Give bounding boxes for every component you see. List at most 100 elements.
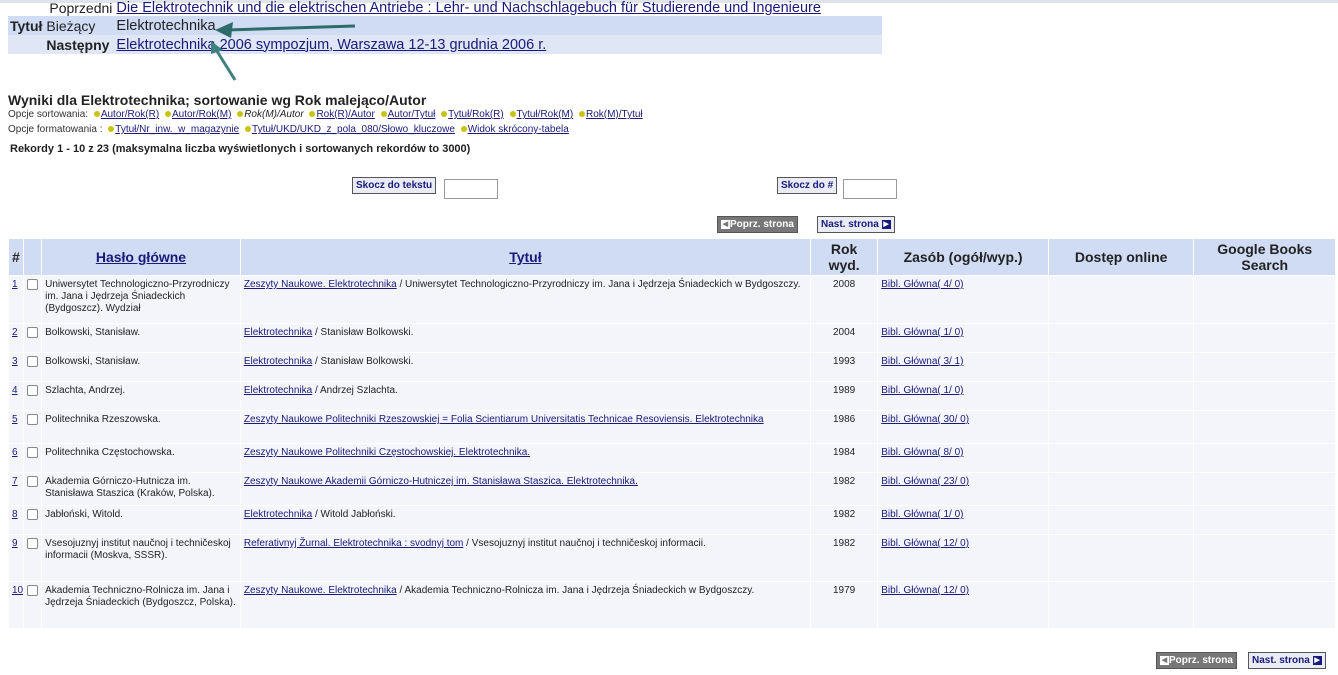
record-title-link[interactable]: Zeszyty Naukowe. Elektrotechnika [244,585,397,596]
triangle-right-icon: ▶ [1312,655,1322,665]
sort-options: Opcje sortowania: Autor/Rok(R) Autor/Rok… [8,109,643,120]
record-google-books [1194,535,1335,581]
record-title-link[interactable]: Referativnyj Žurnal. Elektrotechnika : s… [244,538,464,549]
record-checkbox[interactable] [27,538,39,549]
record-number-link[interactable]: 9 [12,538,18,549]
table-row: 7 Akademia Górniczo-Hutnicza im. Stanisł… [9,473,1335,505]
record-checkbox[interactable] [27,279,39,290]
results-table: # Hasło główne Tytuł Rok wyd. Zasób (ogó… [8,238,1336,629]
record-holdings-link[interactable]: Bibl. Główna( 4/ 0) [881,279,963,290]
prev-page-button-bottom[interactable]: ◀ Poprz. strona [1156,652,1237,669]
next-label: Następny [44,35,115,54]
table-row: 2 Bolkowski, Stanisław. Elektrotechnika … [9,324,1335,352]
record-year: 1989 [811,382,878,410]
header-google-books: Google Books Search [1194,239,1335,275]
jump-to-text-button[interactable]: Skocz do tekstu [352,177,437,194]
record-online-access [1048,324,1194,352]
record-online-access [1048,276,1194,323]
sort-autor-tytul[interactable]: Autor/Tytuł [388,109,436,120]
record-holdings-link[interactable]: Bibl. Główna( 1/ 0) [881,327,963,338]
record-google-books [1194,506,1335,534]
record-title-link[interactable]: Zeszyty Naukowe Politechniki Rzeszowskie… [244,414,764,425]
record-holdings-link[interactable]: Bibl. Główna( 23/ 0) [881,476,969,487]
table-row: 6 Politechnika Częstochowska. Zeszyty Na… [9,444,1335,472]
record-author: Bolkowski, Stanisław. [42,353,240,381]
record-holdings-link[interactable]: Bibl. Główna( 30/ 0) [881,414,969,425]
record-google-books [1194,276,1335,323]
record-number-link[interactable]: 7 [12,476,18,487]
record-title-link[interactable]: Elektrotechnika [244,356,312,367]
record-number-link[interactable]: 5 [12,414,18,425]
record-holdings-link[interactable]: Bibl. Główna( 12/ 0) [881,538,969,549]
record-holdings-link[interactable]: Bibl. Główna( 1/ 0) [881,385,963,396]
header-online-access: Dostęp online [1048,239,1194,275]
record-author: Jabłoński, Witold. [42,506,240,534]
record-online-access [1048,535,1194,581]
record-author: Uniwersytet Technologiczno-Przyrodniczy … [42,276,240,323]
current-title: Elektrotechnika [114,16,882,35]
title-navigation: Poprzedni Die Elektrotechnik und die ele… [8,0,882,54]
record-title-link[interactable]: Elektrotechnika [244,509,312,520]
record-checkbox[interactable] [27,414,39,425]
sort-current: Rok(M)/Autor [244,109,304,120]
record-checkbox[interactable] [27,447,39,458]
jump-to-text-input[interactable] [444,179,498,199]
record-number-link[interactable]: 1 [12,279,18,290]
record-title-link[interactable]: Zeszyty Naukowe Politechniki Częstochows… [244,447,530,458]
record-year: 1984 [811,444,878,472]
record-title: Zeszyty Naukowe Politechniki Częstochows… [240,444,810,472]
sort-tytul-rok-r[interactable]: Tytuł/Rok(R) [448,109,504,120]
record-number-link[interactable]: 10 [12,585,23,596]
sort-autor-rok-m[interactable]: Autor/Rok(M) [172,109,231,120]
record-title-link[interactable]: Zeszyty Naukowe Akademii Górniczo-Hutnic… [244,476,638,487]
prev-page-button-top[interactable]: ◀ Poprz. strona [717,216,798,233]
sort-rok-r-autor[interactable]: Rok(R)/Autor [316,109,374,120]
record-number-link[interactable]: 8 [12,509,18,520]
record-online-access [1048,444,1194,472]
record-author: Politechnika Częstochowska. [42,444,240,472]
record-number-link[interactable]: 6 [12,447,18,458]
header-main-entry[interactable]: Hasło główne [96,249,186,265]
format-nr-inw[interactable]: Tytuł/Nr_inw._w_magazynie [115,124,239,135]
record-holdings-link[interactable]: Bibl. Główna( 1/ 0) [881,509,963,520]
record-number-link[interactable]: 2 [12,327,18,338]
jump-to-number-input[interactable] [843,179,897,199]
record-title-link[interactable]: Elektrotechnika [244,327,312,338]
record-year: 1986 [811,411,878,443]
next-page-button-bottom[interactable]: Nast. strona ▶ [1248,652,1326,669]
jump-to-number-button[interactable]: Skocz do # [777,177,838,194]
record-checkbox[interactable] [27,356,39,367]
current-title-row: Tytuł Bieżący Elektrotechnika [8,16,882,35]
record-holdings-link[interactable]: Bibl. Główna( 3/ 1) [881,356,963,367]
record-checkbox[interactable] [27,385,39,396]
record-title-link[interactable]: Elektrotechnika [244,385,312,396]
previous-title-link[interactable]: Die Elektrotechnik und die elektrischen … [116,0,821,16]
format-ukd[interactable]: Tytuł/UKD/UKD_z_pola_080/Słowo_kluczowe [252,124,455,135]
previous-label: Poprzedni [49,0,113,16]
record-title: Zeszyty Naukowe. Elektrotechnika / Uniwe… [240,276,810,323]
record-title: Elektrotechnika / Andrzej Szlachta. [240,382,810,410]
format-short-table[interactable]: Widok skrócony-tabela [468,124,569,135]
title-label: Tytuł [8,16,45,35]
record-checkbox[interactable] [27,509,39,520]
table-row: 8 Jabłoński, Witold. Elektrotechnika / W… [9,506,1335,534]
table-row: 9 Vsesojuznyj institut naučnoj i technič… [9,535,1335,581]
sort-tytul-rok-m[interactable]: Tytuł/Rok(M) [517,109,574,120]
next-page-button-top[interactable]: Nast. strona ▶ [817,216,895,233]
table-header-row: # Hasło główne Tytuł Rok wyd. Zasób (ogó… [9,239,1335,275]
record-holdings-link[interactable]: Bibl. Główna( 12/ 0) [881,585,969,596]
record-checkbox[interactable] [27,476,39,487]
record-author: Szlachta, Andrzej. [42,382,240,410]
record-number-link[interactable]: 4 [12,385,18,396]
previous-title-row: Poprzedni Die Elektrotechnik und die ele… [8,0,882,16]
record-author: Bolkowski, Stanisław. [42,324,240,352]
record-checkbox[interactable] [27,327,39,338]
header-title[interactable]: Tytuł [509,249,541,265]
next-title-link[interactable]: Elektrotechnika 2006 sympozjum, Warszawa… [116,37,546,53]
record-holdings-link[interactable]: Bibl. Główna( 8/ 0) [881,447,963,458]
sort-autor-rok-r[interactable]: Autor/Rok(R) [101,109,159,120]
sort-rok-m-tytul[interactable]: Rok(M)/Tytuł [586,109,643,120]
record-number-link[interactable]: 3 [12,356,18,367]
record-checkbox[interactable] [27,585,39,596]
record-title-link[interactable]: Zeszyty Naukowe. Elektrotechnika [244,279,397,290]
